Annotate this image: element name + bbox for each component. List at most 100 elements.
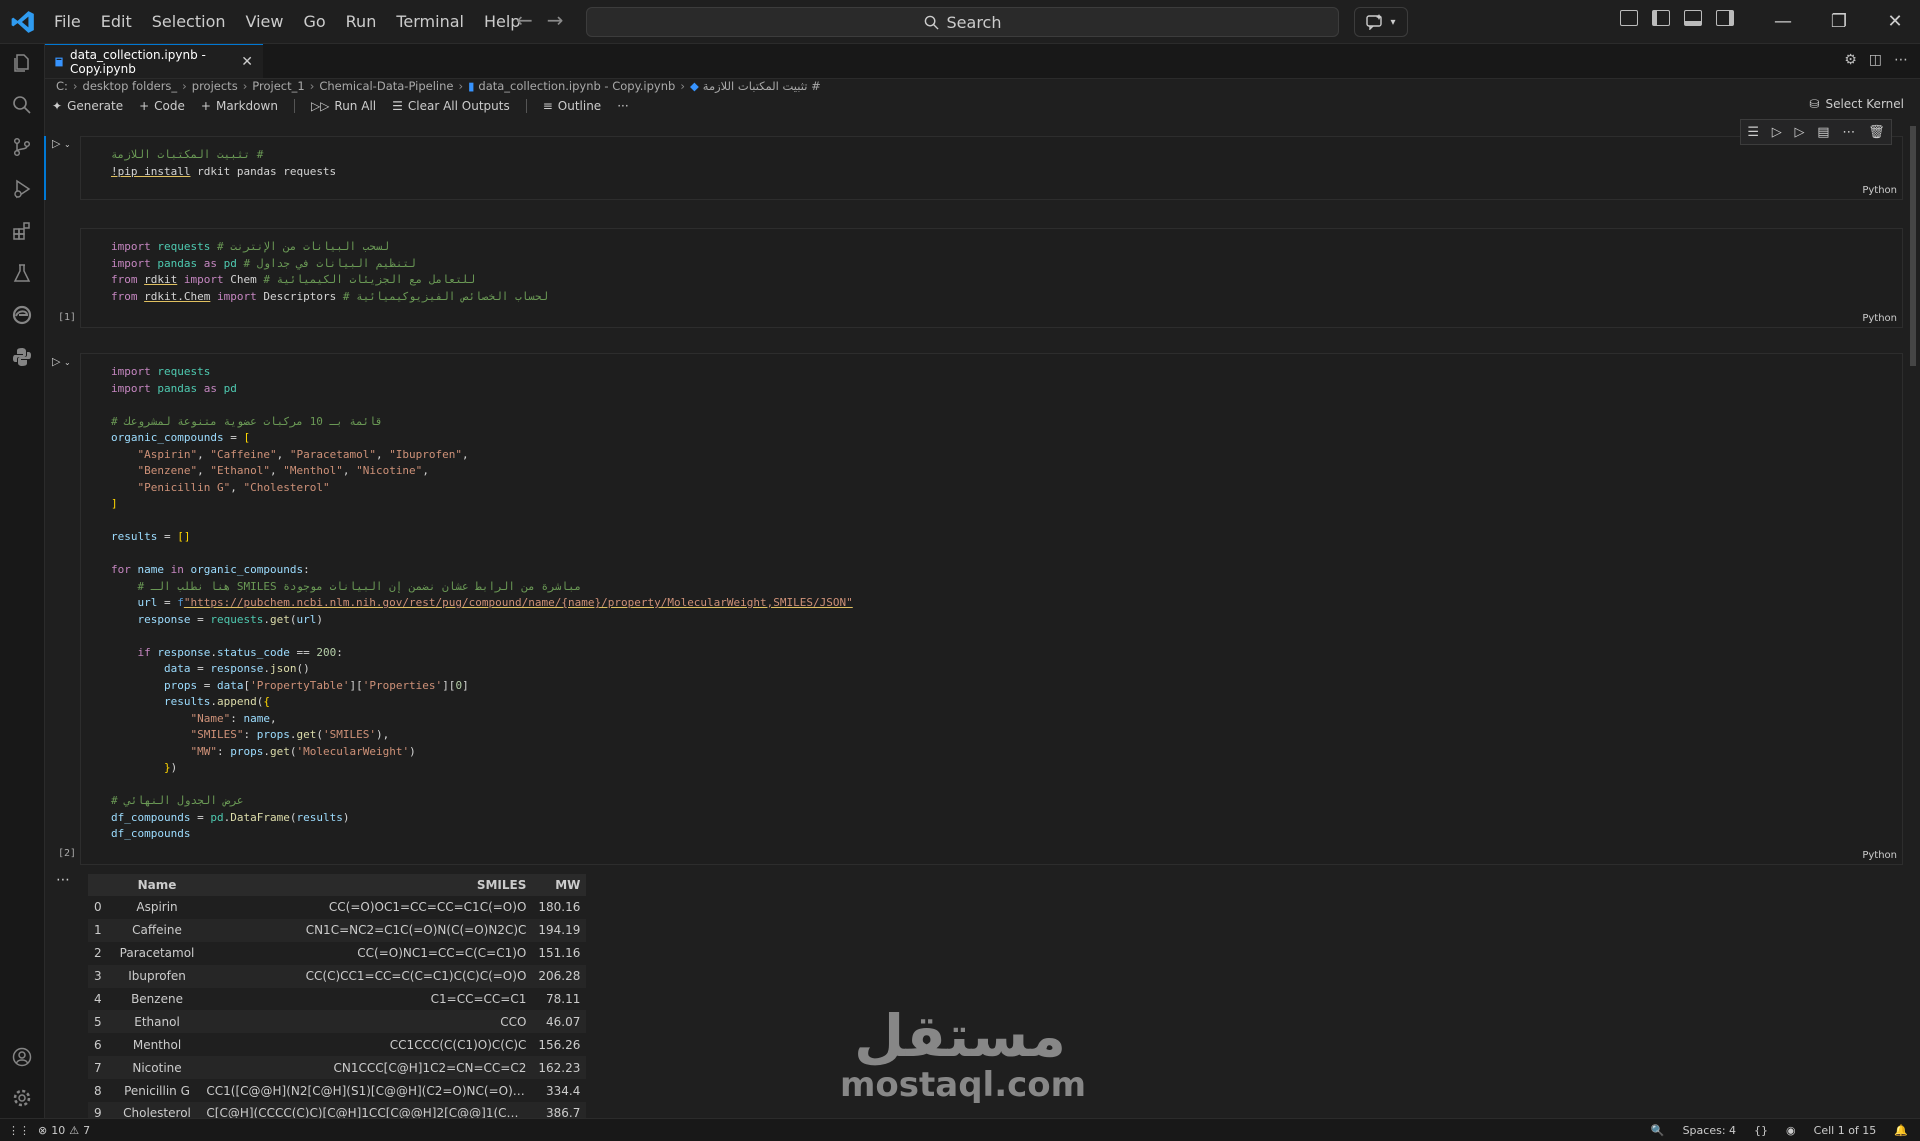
mw-header: MW: [532, 874, 587, 896]
cell-symbol-icon: ◆: [689, 79, 699, 93]
search-sidebar-icon[interactable]: [9, 92, 35, 118]
source-control-icon[interactable]: [9, 134, 35, 160]
more-toolbar-button[interactable]: ···: [617, 99, 628, 113]
cell-language-label[interactable]: Python: [1862, 850, 1897, 861]
menu-go[interactable]: Go: [293, 12, 335, 31]
chevron-down-icon: ⌄: [63, 358, 71, 367]
tab-notebook[interactable]: data_collection.ipynb - Copy.ipynb ✕: [45, 44, 263, 78]
breadcrumb-item[interactable]: Project_1: [252, 79, 304, 93]
breadcrumb-item[interactable]: # تثبيت المكتبات اللازمة: [703, 79, 821, 93]
split-cell-icon[interactable]: ▤: [1817, 125, 1829, 140]
copilot-chat-button[interactable]: ▾: [1354, 7, 1408, 37]
run-and-debug-icon[interactable]: [9, 176, 35, 202]
code-editor[interactable]: # تثبيت المكتبات اللازمة !pip install rd…: [111, 147, 336, 180]
output-more-icon[interactable]: ⋯: [56, 872, 70, 888]
execute-above-icon[interactable]: ▷: [1772, 125, 1782, 140]
extensions-icon[interactable]: [9, 218, 35, 244]
compound-name: Benzene: [131, 992, 183, 1006]
menu-selection[interactable]: Selection: [142, 12, 236, 31]
mw-value: 151.16: [538, 946, 581, 961]
braces-status[interactable]: {}: [1754, 1124, 1768, 1137]
more-cell-actions-icon[interactable]: ⋯: [1842, 125, 1855, 140]
generate-button[interactable]: ✦ Generate: [52, 99, 123, 113]
python-icon[interactable]: [9, 344, 35, 370]
restore-icon[interactable]: ❐: [1811, 11, 1867, 32]
run-cell-button[interactable]: ▷ ⌄: [52, 137, 76, 151]
add-markdown-cell-button[interactable]: + Markdown: [201, 99, 278, 113]
problems-indicator[interactable]: ⊗ 10 ⚠ 7: [38, 1124, 90, 1137]
cell-position-status[interactable]: Cell 1 of 15: [1814, 1124, 1877, 1137]
breadcrumb-item[interactable]: desktop folders_: [83, 79, 178, 93]
plus-icon: +: [200, 99, 211, 113]
menu-edit[interactable]: Edit: [91, 12, 142, 31]
notifications-bell-icon[interactable]: 🔔: [1894, 1124, 1908, 1137]
code-cell-1[interactable]: # تثبيت المكتبات اللازمة !pip install rd…: [80, 136, 1903, 200]
add-code-cell-button[interactable]: + Code: [139, 99, 185, 113]
copilot-icon[interactable]: ◉: [1786, 1124, 1796, 1137]
code-comment: # لتنظيم البيانات في جداول: [243, 256, 416, 270]
notebook-scrollbar[interactable]: [1908, 118, 1918, 1120]
menu-view[interactable]: View: [236, 12, 294, 31]
toggle-secondary-sidebar-icon[interactable]: [1716, 10, 1734, 26]
row-index: 1: [88, 918, 114, 942]
run-cell-button[interactable]: ▷ ⌄: [52, 355, 76, 369]
customize-layout-icon[interactable]: [1620, 10, 1638, 26]
close-tab-icon[interactable]: ✕: [241, 54, 253, 70]
toggle-primary-sidebar-icon[interactable]: [1652, 10, 1670, 26]
toggle-panel-icon[interactable]: [1684, 10, 1702, 26]
execution-count: [1]: [58, 312, 77, 323]
compound-name: Paracetamol: [119, 946, 195, 961]
tab-title: data_collection.ipynb - Copy.ipynb: [70, 47, 206, 76]
close-window-icon[interactable]: ✕: [1867, 11, 1920, 32]
smiles-value: CC(=O)OC1=CC=CC=C1C(=O)O: [328, 900, 527, 915]
menu-terminal[interactable]: Terminal: [386, 12, 474, 31]
command-center-search[interactable]: Search: [586, 7, 1339, 37]
smiles-value: CC1CCC(C(C1)O)C(C)C: [389, 1037, 527, 1052]
scrollbar-thumb[interactable]: [1910, 126, 1916, 366]
breadcrumb-item[interactable]: projects: [192, 79, 238, 93]
cell-language-label[interactable]: Python: [1862, 185, 1897, 196]
notebook-settings-gear-icon[interactable]: ⚙: [1844, 52, 1857, 68]
run-all-button[interactable]: ▷▷ Run All: [311, 99, 376, 113]
activity-bar: [0, 44, 45, 1120]
row-index: 5: [88, 1010, 114, 1034]
table-row: 5 Ethanol CCO 46.07: [88, 1010, 587, 1034]
menu-file[interactable]: File: [44, 12, 91, 31]
back-arrow-icon[interactable]: ←: [516, 8, 533, 32]
execute-below-icon[interactable]: ▷: [1795, 125, 1805, 140]
menu-run[interactable]: Run: [336, 12, 387, 31]
split-editor-icon[interactable]: ◫: [1869, 52, 1882, 68]
table-row: 2 Paracetamol CC(=O)NC1=CC=C(C=C1)O 151.16: [88, 942, 586, 965]
outline-button[interactable]: ≡ Outline: [543, 99, 601, 113]
cell-language-label[interactable]: Python: [1862, 313, 1897, 324]
mw-value: 334.4: [546, 1083, 581, 1098]
explorer-icon[interactable]: [9, 50, 35, 76]
edge-browser-icon[interactable]: [9, 302, 35, 328]
zoom-icon[interactable]: 🔍: [1651, 1124, 1665, 1137]
breadcrumb-item[interactable]: C:: [56, 79, 68, 93]
run-all-icon: ▷▷: [310, 99, 330, 113]
delete-cell-icon[interactable]: 🗑: [1868, 125, 1885, 140]
code-cell-2[interactable]: import requests # لسحب البيانات من الإنت…: [80, 228, 1903, 328]
indentation-status[interactable]: Spaces: 4: [1683, 1124, 1736, 1137]
compound-name: Aspirin: [136, 900, 178, 915]
account-icon[interactable]: [9, 1044, 35, 1070]
menu-bar: File Edit Selection View Go Run Terminal…: [44, 0, 530, 43]
breadcrumb-item[interactable]: Chemical-Data-Pipeline: [319, 79, 453, 93]
settings-gear-icon[interactable]: [9, 1085, 35, 1111]
remote-icon[interactable]: ⋮⋮: [8, 1124, 30, 1137]
code-cell-3[interactable]: import requests import pandas as pd # قا…: [80, 353, 1903, 865]
testing-flask-icon[interactable]: [9, 260, 35, 286]
code-editor[interactable]: import requests import pandas as pd # قا…: [111, 364, 853, 843]
minimize-icon[interactable]: —: [1755, 11, 1811, 32]
run-by-line-icon[interactable]: ☰: [1747, 125, 1759, 140]
notebook-file-icon: ▮: [468, 79, 475, 93]
clear-all-outputs-button[interactable]: ☰ Clear All Outputs: [392, 99, 510, 113]
forward-arrow-icon[interactable]: →: [547, 8, 564, 32]
more-actions-icon[interactable]: ⋯: [1894, 52, 1908, 68]
code-editor[interactable]: import requests # لسحب البيانات من الإنت…: [111, 239, 548, 305]
breadcrumb-item[interactable]: data_collection.ipynb - Copy.ipynb: [478, 79, 675, 93]
chevron-right-icon: ›: [182, 79, 187, 93]
cell-focus-indicator: [44, 136, 46, 200]
select-kernel-button[interactable]: ⛁ Select Kernel: [1809, 97, 1904, 111]
